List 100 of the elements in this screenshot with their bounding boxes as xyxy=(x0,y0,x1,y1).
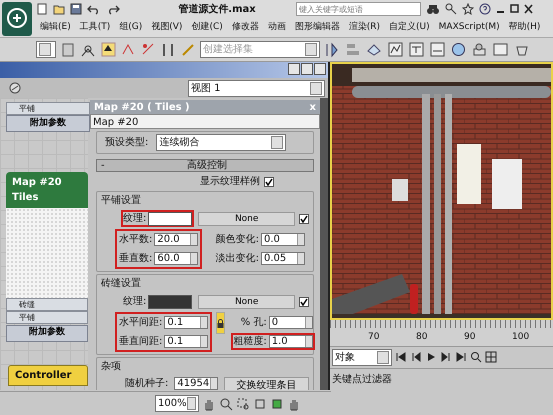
render-window-icon[interactable] xyxy=(492,41,509,58)
filter-select[interactable]: 对象 xyxy=(332,348,392,366)
group-title: 平铺设置 xyxy=(101,194,142,208)
node-parameter[interactable]: 砖缝 xyxy=(6,298,88,312)
node-parameter[interactable]: 平铺 xyxy=(6,102,90,115)
field-label: 水平间距: xyxy=(119,316,162,330)
zoom-all-icon[interactable] xyxy=(485,351,497,364)
menu-item[interactable]: 组(G) xyxy=(119,20,142,34)
key-filters-button[interactable]: 关键点过滤器 xyxy=(332,372,392,387)
redo-icon[interactable] xyxy=(106,3,120,15)
name-field[interactable]: Map #20 xyxy=(90,114,320,129)
pivot-icon[interactable] xyxy=(100,41,116,58)
schematic-icon[interactable] xyxy=(408,41,425,58)
map-button[interactable]: None xyxy=(198,294,295,308)
star-icon[interactable] xyxy=(462,3,474,15)
frame-icon[interactable] xyxy=(253,396,267,410)
open-folder-icon[interactable] xyxy=(53,3,65,15)
group-title: 砖缝设置 xyxy=(101,276,142,291)
zoom-icon[interactable] xyxy=(219,396,233,410)
frame-number: 100 xyxy=(512,330,530,344)
maximize-icon[interactable] xyxy=(510,4,519,14)
menu-item[interactable]: 视图(V) xyxy=(151,20,182,34)
menu-item[interactable]: 图形编辑器 xyxy=(294,20,340,34)
field-label: 预设类型: xyxy=(105,136,148,150)
next-frame-icon[interactable] xyxy=(440,351,452,364)
field-label: 纹理: xyxy=(123,212,146,226)
close-icon[interactable] xyxy=(524,4,533,14)
check-icon xyxy=(300,298,308,306)
menu-item[interactable]: 渲染(R) xyxy=(348,20,380,34)
checkbox-label: 显示纹理样例 xyxy=(200,174,260,189)
checkbox[interactable] xyxy=(299,214,309,224)
render-setup-icon[interactable] xyxy=(450,41,467,58)
undo-icon[interactable] xyxy=(87,3,101,15)
number-field[interactable]: 0.1 xyxy=(164,316,208,329)
field-label: 淡出变化: xyxy=(216,252,259,266)
previous-frame-icon[interactable] xyxy=(410,351,422,364)
number-field[interactable]: 0 xyxy=(268,316,313,329)
node-button[interactable]: 附加参数 xyxy=(6,115,90,132)
help-icon[interactable] xyxy=(479,3,491,15)
color-swatch[interactable] xyxy=(148,294,192,308)
menu-item[interactable]: 动画 xyxy=(268,20,286,34)
select-object-icon[interactable] xyxy=(60,41,76,58)
material-editor-icon[interactable] xyxy=(429,41,446,58)
save-icon[interactable] xyxy=(70,3,82,15)
checkbox[interactable] xyxy=(299,296,309,306)
number-field[interactable]: 0.05 xyxy=(261,252,305,265)
frame-number: 70 xyxy=(368,330,380,344)
map-button[interactable]: None xyxy=(198,212,295,226)
spinner-snap-icon[interactable] xyxy=(160,41,176,58)
number-field[interactable]: 20.0 xyxy=(154,233,198,246)
number-field[interactable]: 1.0 xyxy=(268,335,313,348)
menu-item[interactable]: 编辑(E) xyxy=(40,20,71,34)
view-select[interactable]: 视图 1 xyxy=(188,80,325,96)
number-field[interactable]: 41954 xyxy=(174,377,218,390)
menu-item[interactable]: 帮助(H) xyxy=(508,20,540,34)
field-label: 垂直数: xyxy=(119,252,152,266)
collapse-toggle[interactable]: - xyxy=(101,158,105,173)
lock-icon xyxy=(217,318,224,328)
check-icon xyxy=(300,214,308,222)
menu-item[interactable]: 创建(C) xyxy=(191,20,223,34)
close-button[interactable] xyxy=(314,63,326,75)
new-file-icon[interactable] xyxy=(36,3,48,15)
maximize-button[interactable] xyxy=(301,63,313,75)
curve-editor-icon[interactable] xyxy=(387,41,404,58)
field-label: 纹理: xyxy=(123,295,146,309)
render-frame-icon[interactable] xyxy=(471,41,488,58)
frame-selected-icon[interactable] xyxy=(270,396,284,410)
node-button[interactable]: 附加参数 xyxy=(6,324,88,342)
zoom-select[interactable]: 100% xyxy=(155,395,199,412)
number-field[interactable]: 60.0 xyxy=(154,252,198,265)
app-menu-button[interactable] xyxy=(2,2,32,36)
search-field[interactable]: 键入关键字或短语 xyxy=(296,2,421,16)
swap-button[interactable]: 交换纹理条目 xyxy=(224,376,309,390)
field-label: 颜色变化: xyxy=(216,232,259,247)
zoom-icon[interactable] xyxy=(470,351,482,364)
zoom-region-icon[interactable] xyxy=(236,396,250,410)
number-field[interactable]: 0.0 xyxy=(261,233,305,246)
binoculars-icon[interactable] xyxy=(426,3,440,15)
preset-select[interactable]: 连续砌合 xyxy=(156,134,286,151)
node-parameter[interactable]: 平铺 xyxy=(6,311,88,324)
group-title: 杂项 xyxy=(101,360,122,374)
rollout-title[interactable]: 高级控制 xyxy=(104,158,309,173)
menu-item[interactable]: 自定义(U) xyxy=(389,20,430,34)
window-title: 管道源文件.max xyxy=(177,2,257,16)
play-icon[interactable] xyxy=(425,351,437,364)
minimize-button[interactable] xyxy=(288,63,300,75)
go-to-start-icon[interactable] xyxy=(395,351,407,364)
check-icon xyxy=(265,178,273,186)
checkbox[interactable] xyxy=(264,176,274,186)
menu-item[interactable]: MAXScript(M) xyxy=(438,20,500,34)
color-swatch[interactable] xyxy=(148,212,192,226)
lock-button[interactable] xyxy=(216,312,226,334)
field-label: 粗糙度: xyxy=(233,334,267,349)
number-field[interactable]: 0.1 xyxy=(164,335,208,348)
scrollbar[interactable] xyxy=(320,98,328,390)
go-to-end-icon[interactable] xyxy=(455,351,467,364)
controller-node[interactable]: Controller xyxy=(8,365,88,386)
menu-item[interactable]: 工具(T) xyxy=(80,20,110,34)
menu-item[interactable]: 修改器 xyxy=(232,20,259,34)
toolbar-dropdown[interactable] xyxy=(36,41,56,58)
